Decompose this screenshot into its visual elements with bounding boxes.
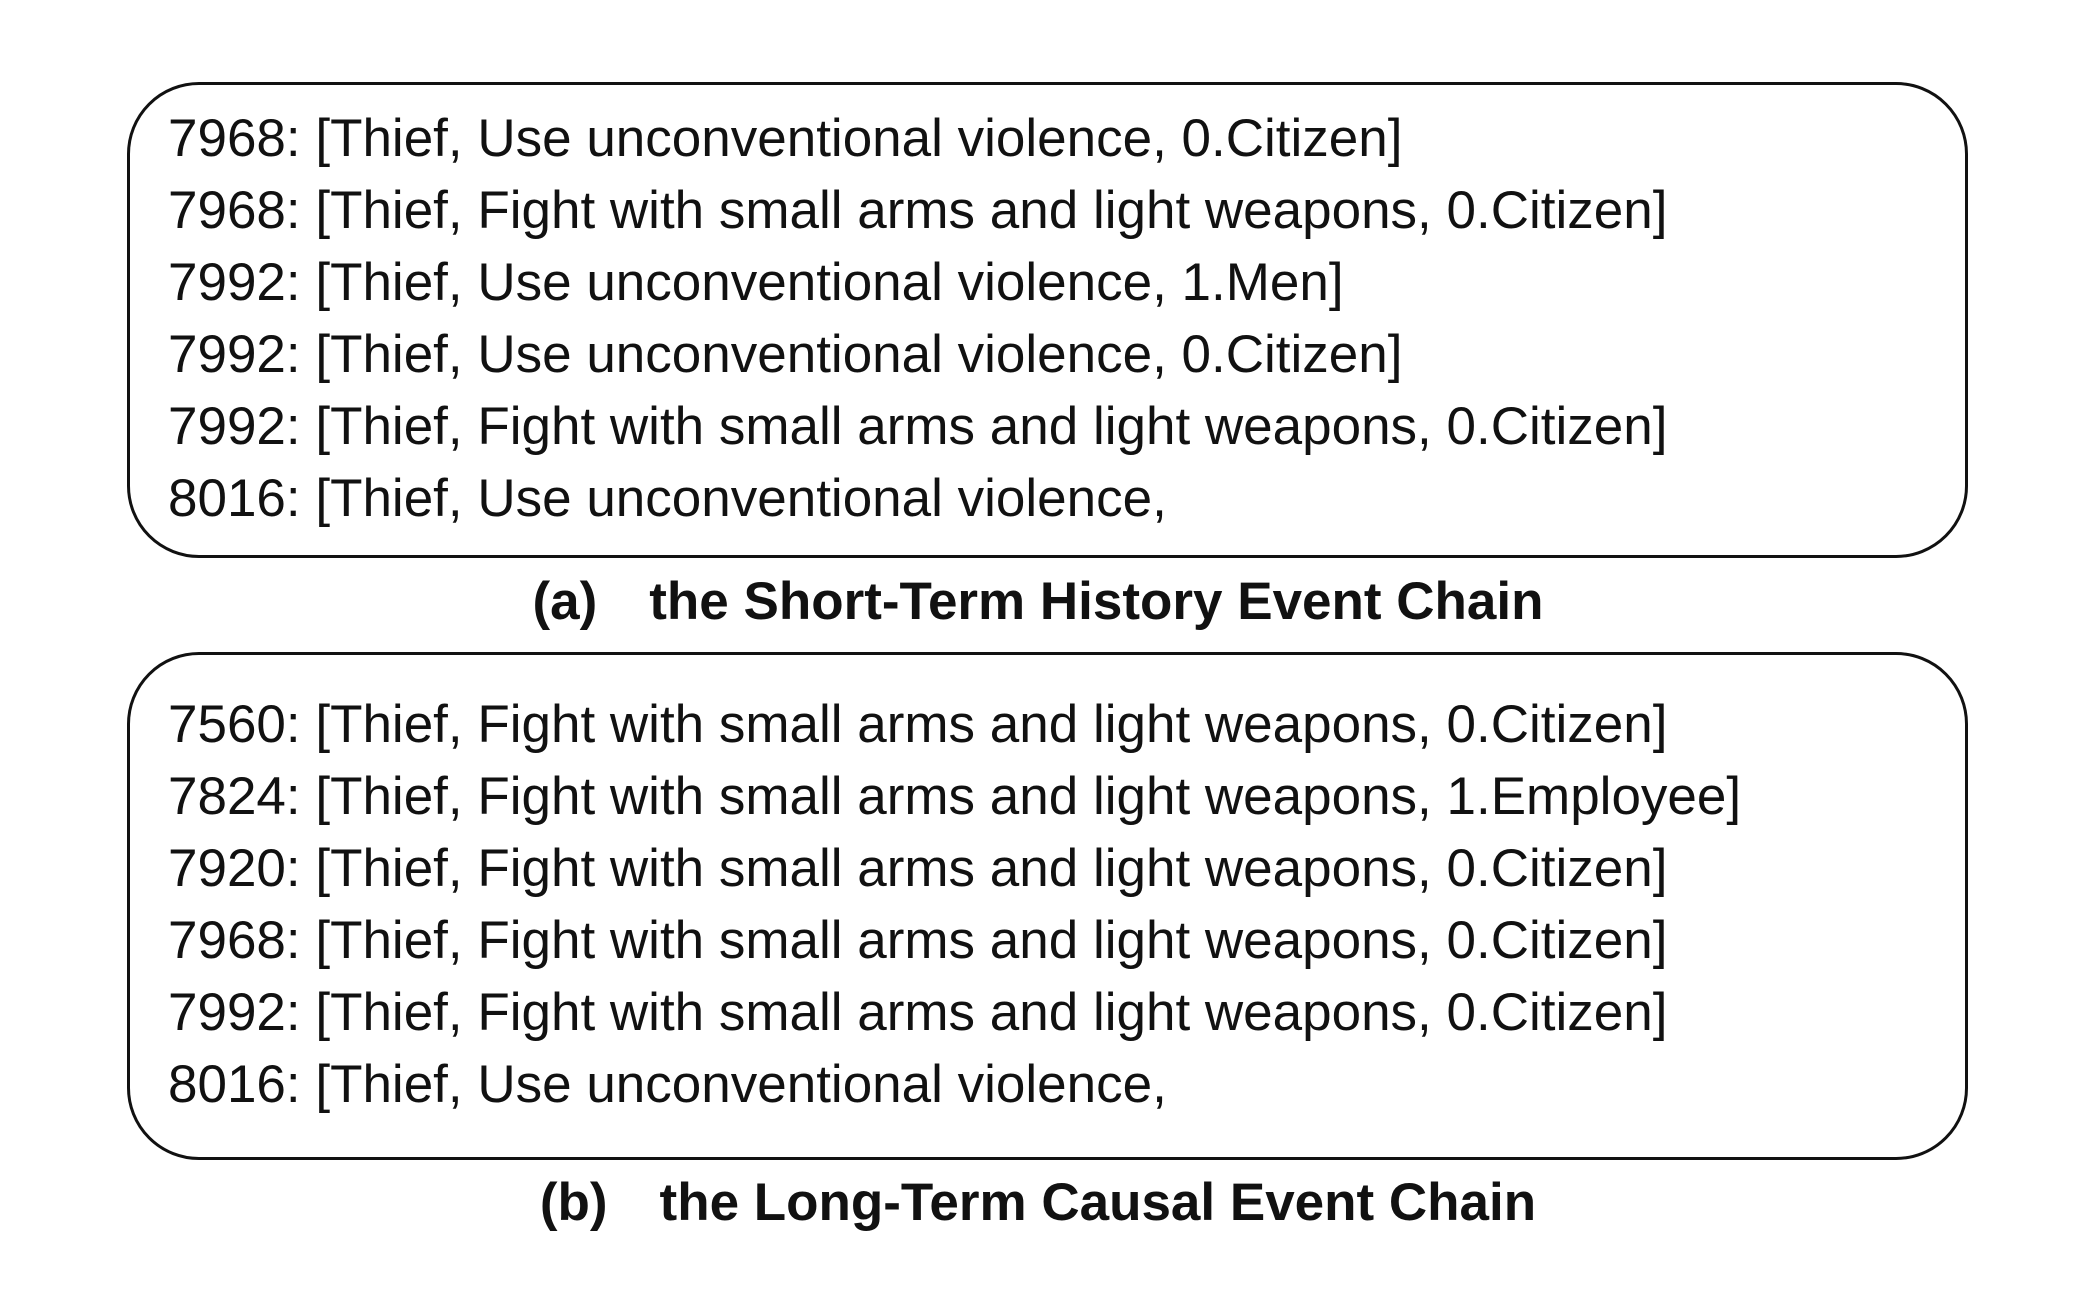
event-line: 7560: [Thief, Fight with small arms and … bbox=[168, 695, 1668, 754]
short-term-history-panel: 7968: [Thief, Use unconventional violenc… bbox=[127, 82, 1968, 558]
event-line: 7992: [Thief, Fight with small arms and … bbox=[168, 983, 1668, 1042]
event-line: 7992: [Thief, Use unconventional violenc… bbox=[168, 253, 1344, 312]
event-list: 7560: [Thief, Fight with small arms and … bbox=[168, 689, 1741, 1121]
event-line: 7968: [Thief, Fight with small arms and … bbox=[168, 181, 1668, 240]
caption-a: (a) the Short-Term History Event Chain bbox=[0, 570, 2076, 634]
caption-tag: (a) bbox=[532, 572, 598, 631]
event-line: 7992: [Thief, Fight with small arms and … bbox=[168, 397, 1668, 456]
long-term-causal-panel: 7560: [Thief, Fight with small arms and … bbox=[127, 652, 1968, 1160]
event-line: 7968: [Thief, Fight with small arms and … bbox=[168, 911, 1668, 970]
event-line: 7992: [Thief, Use unconventional violenc… bbox=[168, 325, 1403, 384]
event-list: 7968: [Thief, Use unconventional violenc… bbox=[168, 103, 1667, 535]
event-line: 8016: [Thief, Use unconventional violenc… bbox=[168, 469, 1167, 528]
caption-text: the Short-Term History Event Chain bbox=[649, 572, 1544, 631]
event-line: 7824: [Thief, Fight with small arms and … bbox=[168, 767, 1742, 826]
caption-b: (b) the Long-Term Causal Event Chain bbox=[0, 1171, 2076, 1235]
caption-tag: (b) bbox=[539, 1173, 608, 1232]
event-line: 7920: [Thief, Fight with small arms and … bbox=[168, 839, 1668, 898]
event-line: 8016: [Thief, Use unconventional violenc… bbox=[168, 1055, 1167, 1114]
event-line: 7968: [Thief, Use unconventional violenc… bbox=[168, 109, 1403, 168]
caption-text: the Long-Term Causal Event Chain bbox=[659, 1173, 1537, 1232]
